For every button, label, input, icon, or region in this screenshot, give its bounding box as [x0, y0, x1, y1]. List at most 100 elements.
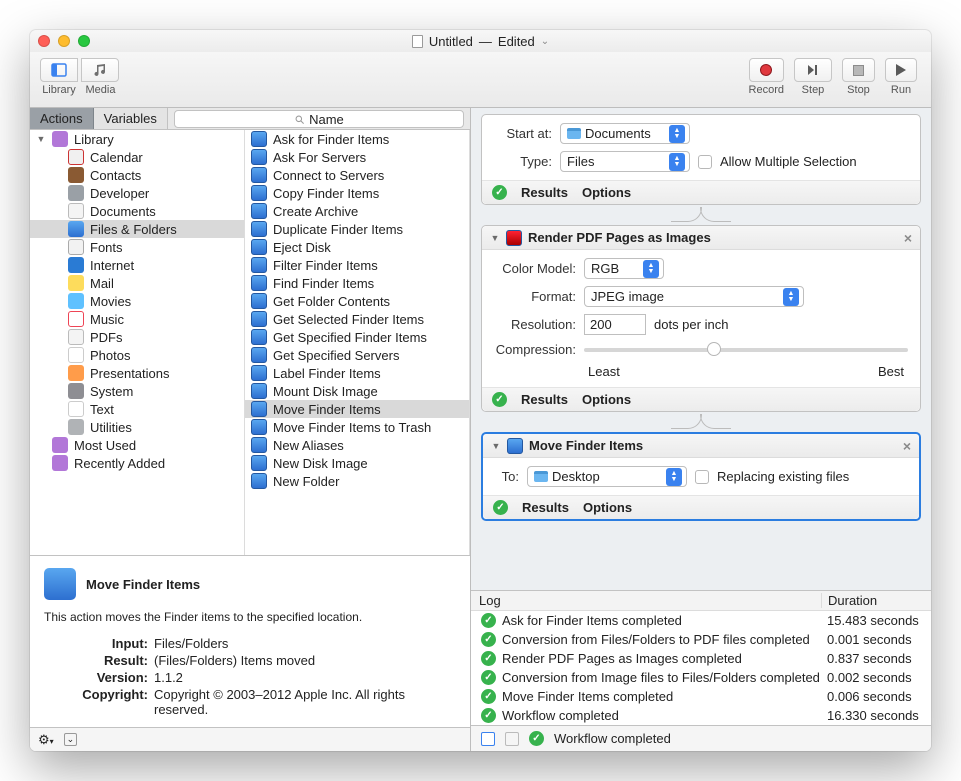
expand-icon[interactable]: ⌄	[64, 733, 78, 746]
action-item[interactable]: Find Finder Items	[245, 274, 469, 292]
results-button[interactable]: Results	[522, 500, 569, 515]
action-item[interactable]: Get Folder Contents	[245, 292, 469, 310]
action-item[interactable]: Get Specified Servers	[245, 346, 469, 364]
action-item[interactable]: Get Selected Finder Items	[245, 310, 469, 328]
library-category-presentations[interactable]: Presentations	[30, 364, 244, 382]
popup-arrows-icon: ▲▼	[666, 468, 682, 486]
action-item[interactable]: Filter Finder Items	[245, 256, 469, 274]
library-category-files-folders[interactable]: Files & Folders	[30, 220, 244, 238]
disclosure-triangle-icon[interactable]: ▼	[36, 134, 46, 144]
results-button[interactable]: Results	[521, 392, 568, 407]
to-folder-popup[interactable]: Desktop▲▼	[527, 466, 687, 487]
action-item[interactable]: Ask For Servers	[245, 148, 469, 166]
log-row[interactable]: ✓Render PDF Pages as Images completed0.8…	[471, 649, 931, 668]
options-button[interactable]: Options	[583, 500, 632, 515]
library-category-music[interactable]: Music	[30, 310, 244, 328]
action-info-panel: Move Finder Items This action moves the …	[30, 556, 470, 727]
library-recently-added[interactable]: Recently Added	[30, 454, 244, 472]
log-row[interactable]: ✓Conversion from Files/Folders to PDF fi…	[471, 630, 931, 649]
library-most-used[interactable]: Most Used	[30, 436, 244, 454]
log-row[interactable]: ✓Ask for Finder Items completed15.483 se…	[471, 611, 931, 630]
action-item[interactable]: Mount Disk Image	[245, 382, 469, 400]
action-item[interactable]: Copy Finder Items	[245, 184, 469, 202]
start-at-popup[interactable]: Documents▲▼	[560, 123, 690, 144]
log-row[interactable]: ✓Workflow completed16.330 seconds	[471, 706, 931, 725]
action-item[interactable]: Label Finder Items	[245, 364, 469, 382]
replacing-checkbox[interactable]	[695, 470, 709, 484]
disclosure-triangle-icon[interactable]: ▼	[491, 441, 501, 451]
action-item[interactable]: Eject Disk	[245, 238, 469, 256]
library-category-text[interactable]: Text	[30, 400, 244, 418]
action-item[interactable]: New Aliases	[245, 436, 469, 454]
log-row[interactable]: ✓Conversion from Image files to Files/Fo…	[471, 668, 931, 687]
actions-column[interactable]: Ask for Finder ItemsAsk For ServersConne…	[245, 130, 470, 555]
format-popup[interactable]: JPEG image▲▼	[584, 286, 804, 307]
action-item[interactable]: Move Finder Items to Trash	[245, 418, 469, 436]
disclosure-triangle-icon[interactable]: ▼	[490, 233, 500, 243]
action-item[interactable]: Ask for Finder Items	[245, 130, 469, 148]
options-button[interactable]: Options	[582, 392, 631, 407]
action-item[interactable]: Create Archive	[245, 202, 469, 220]
action-item[interactable]: New Folder	[245, 472, 469, 490]
action-item[interactable]: Get Specified Finder Items	[245, 328, 469, 346]
library-category-pdfs[interactable]: PDFs	[30, 328, 244, 346]
library-category-photos[interactable]: Photos	[30, 346, 244, 364]
record-button[interactable]	[749, 58, 784, 82]
library-category-fonts[interactable]: Fonts	[30, 238, 244, 256]
category-icon	[68, 221, 84, 237]
action-item[interactable]: Connect to Servers	[245, 166, 469, 184]
gear-icon[interactable]: ⚙︎▾	[38, 732, 54, 748]
library-column[interactable]: ▼ Library CalendarContactsDeveloperDocum…	[30, 130, 245, 555]
check-icon: ✓	[492, 185, 507, 200]
color-model-popup[interactable]: RGB▲▼	[584, 258, 664, 279]
resolution-field[interactable]: 200	[584, 314, 646, 335]
type-popup[interactable]: Files▲▼	[560, 151, 690, 172]
category-icon	[68, 185, 84, 201]
log-header-log[interactable]: Log	[471, 593, 821, 608]
results-button[interactable]: Results	[521, 185, 568, 200]
run-label: Run	[885, 84, 917, 96]
layout-flow-icon[interactable]	[505, 732, 519, 746]
library-category-calendar[interactable]: Calendar	[30, 148, 244, 166]
log-row[interactable]: ✓Move Finder Items completed0.006 second…	[471, 687, 931, 706]
log-header-duration[interactable]: Duration	[821, 593, 931, 608]
run-button[interactable]	[885, 58, 917, 82]
action-item[interactable]: Move Finder Items	[245, 400, 469, 418]
sidebar-icon	[51, 62, 67, 78]
finder-icon	[507, 438, 523, 454]
library-category-mail[interactable]: Mail	[30, 274, 244, 292]
layout-list-icon[interactable]	[481, 732, 495, 746]
library-category-internet[interactable]: Internet	[30, 256, 244, 274]
workflow-area[interactable]: Start at: Documents▲▼ Type: Files▲▼ Allo…	[471, 108, 931, 590]
close-action-button[interactable]: ×	[904, 230, 912, 246]
stop-icon	[853, 65, 864, 76]
options-button[interactable]: Options	[582, 185, 631, 200]
check-icon: ✓	[481, 632, 496, 647]
tab-actions[interactable]: Actions	[30, 108, 94, 129]
step-button[interactable]	[794, 58, 832, 82]
compression-slider[interactable]	[584, 348, 908, 352]
tab-variables[interactable]: Variables	[94, 108, 168, 129]
action-item[interactable]: New Disk Image	[245, 454, 469, 472]
stop-label: Stop	[842, 84, 875, 96]
pdf-icon	[506, 230, 522, 246]
library-toggle-button[interactable]	[40, 58, 78, 82]
library-category-movies[interactable]: Movies	[30, 292, 244, 310]
library-category-contacts[interactable]: Contacts	[30, 166, 244, 184]
library-category-developer[interactable]: Developer	[30, 184, 244, 202]
action-item[interactable]: Duplicate Finder Items	[245, 220, 469, 238]
action-move-finder-items[interactable]: ▼Move Finder Items× To: Desktop▲▼ Replac…	[481, 432, 921, 521]
log-panel: LogDuration ✓Ask for Finder Items comple…	[471, 590, 931, 725]
category-icon	[68, 401, 84, 417]
media-toggle-button[interactable]	[81, 58, 119, 82]
library-category-documents[interactable]: Documents	[30, 202, 244, 220]
stop-button[interactable]	[842, 58, 875, 82]
close-action-button[interactable]: ×	[903, 438, 911, 454]
search-input[interactable]: Name	[174, 110, 464, 128]
chevron-down-icon[interactable]: ⌄	[541, 36, 549, 47]
popup-arrows-icon: ▲▼	[669, 153, 685, 171]
library-category-system[interactable]: System	[30, 382, 244, 400]
library-category-utilities[interactable]: Utilities	[30, 418, 244, 436]
library-root[interactable]: ▼ Library	[30, 130, 244, 148]
allow-multiple-checkbox[interactable]	[698, 155, 712, 169]
